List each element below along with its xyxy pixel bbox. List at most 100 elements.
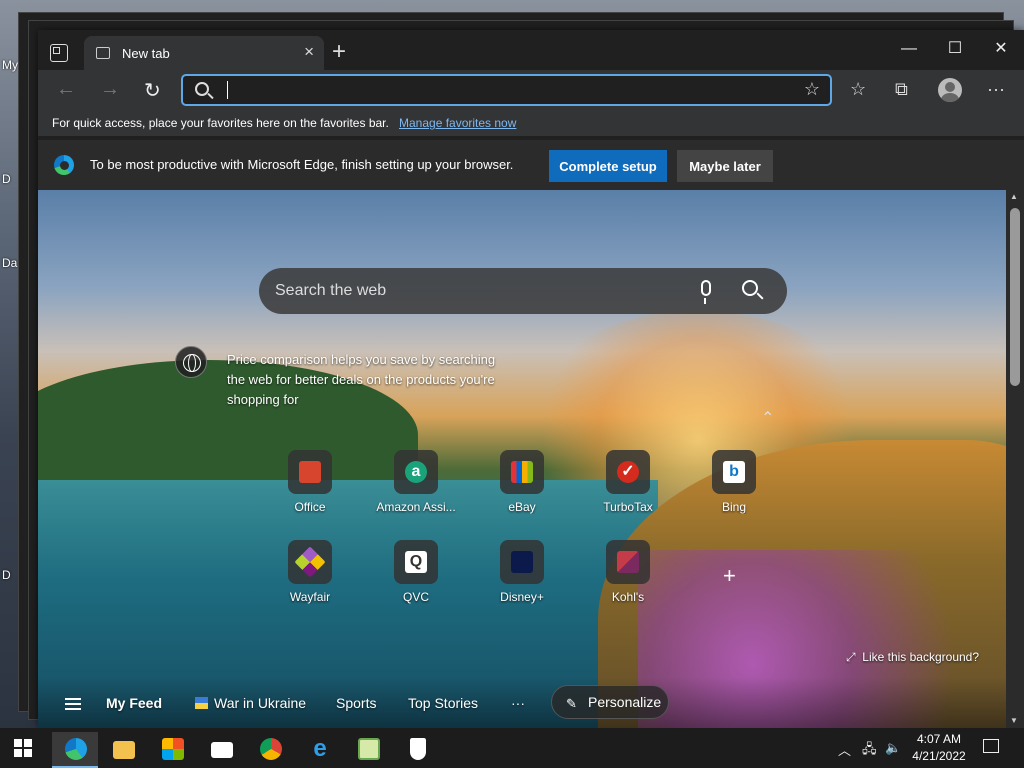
- taskbar-edge[interactable]: [52, 732, 98, 768]
- close-window-button[interactable]: ✕: [978, 34, 1024, 64]
- tile-icon-box: b: [712, 450, 756, 494]
- clock-date: 4/21/2022: [912, 749, 966, 763]
- personalize-button[interactable]: ✎ Personalize: [551, 685, 669, 719]
- tile-icon-box: [288, 450, 332, 494]
- taskbar-notepad-app[interactable]: [345, 732, 391, 768]
- chevron-up-icon[interactable]: ⌃: [761, 408, 774, 428]
- quick-link-wayfair[interactable]: Wayfair: [265, 540, 355, 604]
- favorites-star-icon[interactable]: ☆: [850, 79, 866, 100]
- tab-sports[interactable]: Sports: [336, 695, 376, 711]
- shield-icon: [410, 738, 426, 760]
- tile-label: Disney+: [500, 590, 544, 604]
- desktop-icon-label[interactable]: Da: [2, 256, 17, 270]
- back-arrow-icon[interactable]: ←: [56, 78, 76, 101]
- manage-favorites-link[interactable]: Manage favorites now: [399, 116, 516, 130]
- desktop-icon-label[interactable]: D: [2, 172, 11, 186]
- quick-link-office[interactable]: Office: [265, 450, 355, 514]
- taskbar-store[interactable]: [149, 732, 195, 768]
- tab-top-stories[interactable]: Top Stories: [408, 695, 478, 711]
- new-tab-page-icon: [96, 47, 110, 59]
- scrollbar-thumb[interactable]: [1010, 208, 1020, 386]
- collections-icon[interactable]: ⧉: [895, 79, 908, 100]
- office-icon: [299, 461, 321, 483]
- minimize-button[interactable]: —: [886, 34, 932, 64]
- tile-icon-box: [500, 540, 544, 584]
- tile-label: Kohl's: [611, 590, 645, 604]
- desktop-icon-label[interactable]: My: [2, 58, 18, 72]
- taskbar-file-explorer[interactable]: [100, 732, 146, 768]
- tab-new-tab[interactable]: New tab ×: [84, 36, 324, 70]
- quick-link-kohls[interactable]: Kohl's: [583, 540, 673, 604]
- forward-arrow-icon[interactable]: →: [100, 78, 120, 101]
- taskbar-security[interactable]: [394, 732, 440, 768]
- hamburger-menu-icon[interactable]: [65, 698, 81, 710]
- like-background-link[interactable]: ⤢ Like this background?: [846, 650, 979, 665]
- tile-icon-box: ✓: [606, 450, 650, 494]
- taskbar-internet-explorer[interactable]: e: [296, 732, 342, 768]
- setup-message: To be most productive with Microsoft Edg…: [90, 157, 514, 172]
- close-icon[interactable]: ×: [304, 42, 314, 62]
- folder-icon: [113, 741, 135, 759]
- add-site-plus-icon[interactable]: +: [723, 563, 736, 589]
- more-topics-icon[interactable]: ···: [511, 695, 525, 711]
- edge-browser-window: New tab × + — ☐ ✕ ← → ↻ ☆ ☆ ⧉ ··· For qu…: [38, 30, 1024, 728]
- address-bar[interactable]: ☆: [181, 74, 832, 106]
- tab-title: New tab: [122, 46, 170, 61]
- scroll-up-arrow-icon[interactable]: ▲: [1010, 192, 1018, 201]
- maybe-later-button[interactable]: Maybe later: [677, 150, 773, 182]
- complete-setup-button[interactable]: Complete setup: [549, 150, 667, 182]
- quick-link-qvc[interactable]: Q QVC: [371, 540, 461, 604]
- new-tab-plus-icon[interactable]: +: [332, 38, 346, 66]
- tile-label: QVC: [402, 590, 429, 604]
- tile-label: Office: [294, 500, 326, 514]
- windows-start-icon[interactable]: [14, 739, 32, 757]
- tab-label: War in Ukraine: [214, 695, 307, 711]
- more-menu-icon[interactable]: ···: [987, 79, 1005, 100]
- show-hidden-icons-chevron-icon[interactable]: ︿: [838, 740, 851, 759]
- tile-icon-box: a: [394, 450, 438, 494]
- tile-label: Bing: [721, 500, 747, 514]
- maximize-button[interactable]: ☐: [932, 34, 978, 64]
- tab-war-in-ukraine[interactable]: War in Ukraine: [195, 695, 306, 711]
- refresh-icon[interactable]: ↻: [144, 78, 161, 103]
- qvc-icon: Q: [405, 551, 427, 573]
- network-icon[interactable]: 🖧: [862, 740, 877, 762]
- taskbar-chrome[interactable]: [247, 732, 293, 768]
- internet-explorer-icon: e: [313, 735, 327, 762]
- desktop-icon-label[interactable]: D: [2, 568, 11, 582]
- clock-time: 4:07 AM: [916, 732, 962, 746]
- like-background-label: Like this background?: [862, 650, 980, 664]
- search-icon[interactable]: [742, 280, 758, 296]
- tile-label: TurboTax: [603, 500, 653, 514]
- quick-link-disney-plus[interactable]: Disney+: [477, 540, 567, 604]
- quick-link-amazon[interactable]: a Amazon Assi...: [371, 450, 461, 514]
- taskbar-mail[interactable]: [198, 732, 244, 768]
- tab-strip: New tab × + — ☐ ✕: [38, 30, 1024, 70]
- tip-text[interactable]: Price comparison helps you save by searc…: [227, 350, 497, 410]
- edge-logo-icon: [54, 155, 74, 175]
- quick-link-turbotax[interactable]: ✓ TurboTax: [583, 450, 673, 514]
- tile-label: Amazon Assi...: [376, 500, 456, 514]
- chrome-icon: [260, 738, 282, 760]
- favorites-hint: For quick access, place your favorites h…: [52, 116, 389, 130]
- volume-icon[interactable]: 🔈: [885, 740, 901, 756]
- edge-icon: [65, 738, 87, 760]
- disney-plus-icon: [511, 551, 533, 573]
- web-search-input[interactable]: [275, 280, 675, 302]
- address-input[interactable]: [233, 80, 793, 102]
- notifications-icon[interactable]: [983, 739, 999, 753]
- clock[interactable]: 4:07 AM 4/21/2022: [906, 731, 972, 765]
- quick-link-ebay[interactable]: eBay: [477, 450, 567, 514]
- microphone-icon[interactable]: [701, 280, 711, 304]
- tile-label: eBay: [508, 500, 536, 514]
- web-search-box[interactable]: [259, 268, 787, 314]
- tile-label: Wayfair: [289, 590, 331, 604]
- scroll-down-arrow-icon[interactable]: ▼: [1010, 716, 1018, 725]
- tab-my-feed[interactable]: My Feed: [106, 695, 162, 711]
- quick-link-bing[interactable]: b Bing: [689, 450, 779, 514]
- tab-actions-icon[interactable]: [50, 44, 68, 62]
- feed-navigation: My Feed War in Ukraine Sports Top Storie…: [38, 677, 1006, 728]
- profile-avatar[interactable]: [938, 78, 962, 102]
- add-favorite-star-icon[interactable]: ☆: [804, 79, 820, 100]
- amazon-icon: a: [405, 461, 427, 483]
